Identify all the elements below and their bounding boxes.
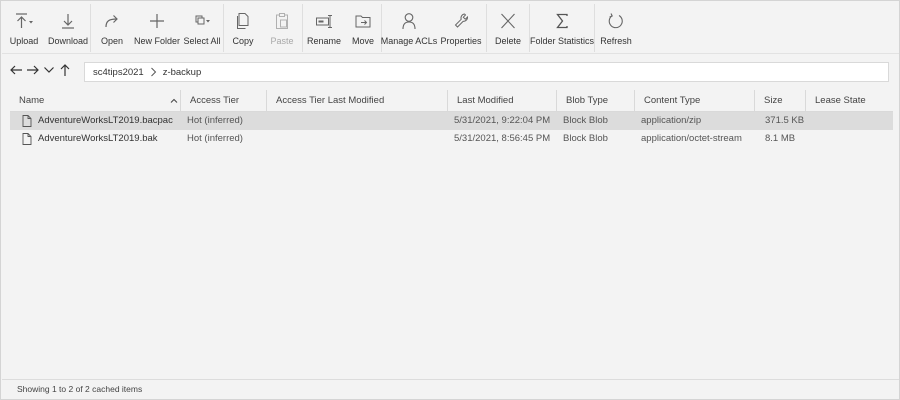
back-arrow-icon[interactable] [9, 63, 23, 77]
cell-last-modified: 5/31/2021, 8:56:45 PM [454, 133, 551, 144]
cell-access-tier: Hot (inferred) [187, 115, 243, 126]
upload-button[interactable]: Upload [2, 2, 46, 52]
storage-explorer-window: Upload Download Open New Folder Select A… [0, 0, 900, 400]
up-arrow-icon[interactable] [58, 63, 72, 77]
cell-lease-state [806, 130, 812, 148]
open-icon [103, 11, 121, 31]
column-header-label: Name [19, 95, 45, 106]
folder-statistics-label: Folder Statistics [529, 36, 595, 46]
table-row[interactable]: AdventureWorksLT2019.bacpac Hot (inferre… [10, 112, 893, 130]
upload-label: Upload [9, 36, 39, 46]
table-header: Name Access Tier Access Tier Last Modifi… [10, 90, 893, 112]
copy-label: Copy [232, 36, 254, 46]
address-bar[interactable]: sc4tips2021 z-backup [84, 62, 889, 82]
column-header-content-type[interactable]: Content Type [635, 90, 755, 112]
chevron-down-icon[interactable] [42, 63, 56, 77]
cell-content-type: application/zip [641, 115, 702, 126]
move-icon [354, 11, 372, 31]
new-folder-button[interactable]: New Folder [133, 2, 181, 52]
manage-acls-button[interactable]: Manage ACLs [380, 2, 438, 52]
rename-button[interactable]: Rename [303, 2, 345, 52]
properties-label: Properties [440, 36, 482, 46]
wrench-icon [453, 11, 469, 31]
table-row[interactable]: AdventureWorksLT2019.bak Hot (inferred) … [10, 130, 893, 148]
file-name: AdventureWorksLT2019.bak [38, 133, 158, 144]
cell-blob-type: Block Blob [563, 115, 608, 126]
navigation-bar: sc4tips2021 z-backup [2, 55, 899, 89]
select-all-icon [193, 11, 211, 31]
open-button[interactable]: Open [91, 2, 133, 52]
column-header-last-modified[interactable]: Last Modified [448, 90, 557, 112]
delete-label: Delete [494, 36, 521, 46]
file-icon [22, 115, 32, 127]
select-all-button[interactable]: Select All [181, 2, 223, 52]
download-button[interactable]: Download [46, 2, 90, 52]
file-icon [22, 133, 32, 145]
cell-lease-state [806, 112, 812, 130]
column-header-blob-type[interactable]: Blob Type [557, 90, 635, 112]
cell-name: AdventureWorksLT2019.bak [10, 130, 158, 148]
move-button[interactable]: Move [345, 2, 381, 52]
download-label: Download [47, 36, 89, 46]
plus-icon [148, 11, 166, 31]
column-header-access-tier[interactable]: Access Tier [181, 90, 267, 112]
cell-last-modified: 5/31/2021, 9:22:04 PM [454, 115, 551, 126]
column-header-size[interactable]: Size [755, 90, 806, 112]
copy-button[interactable]: Copy [224, 2, 262, 52]
cell-access-tier-last-modified [267, 130, 273, 148]
upload-icon [14, 11, 34, 31]
toolbar: Upload Download Open New Folder Select A… [2, 2, 899, 54]
person-icon [401, 11, 417, 31]
file-name: AdventureWorksLT2019.bacpac [38, 115, 173, 126]
properties-button[interactable]: Properties [436, 2, 486, 52]
refresh-button[interactable]: Refresh [595, 2, 637, 52]
refresh-label: Refresh [600, 36, 632, 46]
move-label: Move [351, 36, 374, 46]
breadcrumb-item[interactable]: sc4tips2021 [93, 67, 144, 78]
rename-icon [315, 11, 333, 31]
sigma-icon [555, 11, 569, 31]
cell-access-tier-last-modified [267, 112, 273, 130]
blob-table: Name Access Tier Access Tier Last Modifi… [10, 90, 893, 148]
delete-icon [499, 11, 517, 31]
forward-arrow-icon[interactable] [26, 63, 40, 77]
refresh-icon [607, 11, 625, 31]
column-header-lease-state[interactable]: Lease State [806, 90, 893, 112]
cell-size: 8.1 MB [765, 133, 796, 144]
column-header-name[interactable]: Name [10, 90, 181, 112]
status-text: Showing 1 to 2 of 2 cached items [17, 384, 143, 394]
paste-button[interactable]: Paste [262, 2, 302, 52]
cell-content-type: application/octet-stream [641, 133, 742, 144]
cell-name: AdventureWorksLT2019.bacpac [10, 112, 173, 130]
folder-statistics-button[interactable]: Folder Statistics [530, 2, 594, 52]
paste-icon [274, 11, 290, 31]
breadcrumb-item[interactable]: z-backup [163, 67, 202, 78]
new-folder-label: New Folder [133, 36, 180, 46]
cell-access-tier: Hot (inferred) [187, 133, 243, 144]
download-icon [60, 11, 76, 31]
rename-label: Rename [306, 36, 342, 46]
select-all-label: Select All [183, 36, 221, 46]
paste-label: Paste [270, 36, 294, 46]
cell-size: 371.5 KB [765, 115, 805, 126]
open-label: Open [100, 36, 124, 46]
column-header-access-tier-last-modified[interactable]: Access Tier Last Modified [267, 90, 448, 112]
manage-acls-label: Manage ACLs [380, 36, 438, 46]
cell-blob-type: Block Blob [563, 133, 608, 144]
chevron-right-icon [150, 67, 157, 77]
delete-button[interactable]: Delete [487, 2, 529, 52]
copy-icon [235, 11, 251, 31]
status-divider [2, 379, 899, 380]
